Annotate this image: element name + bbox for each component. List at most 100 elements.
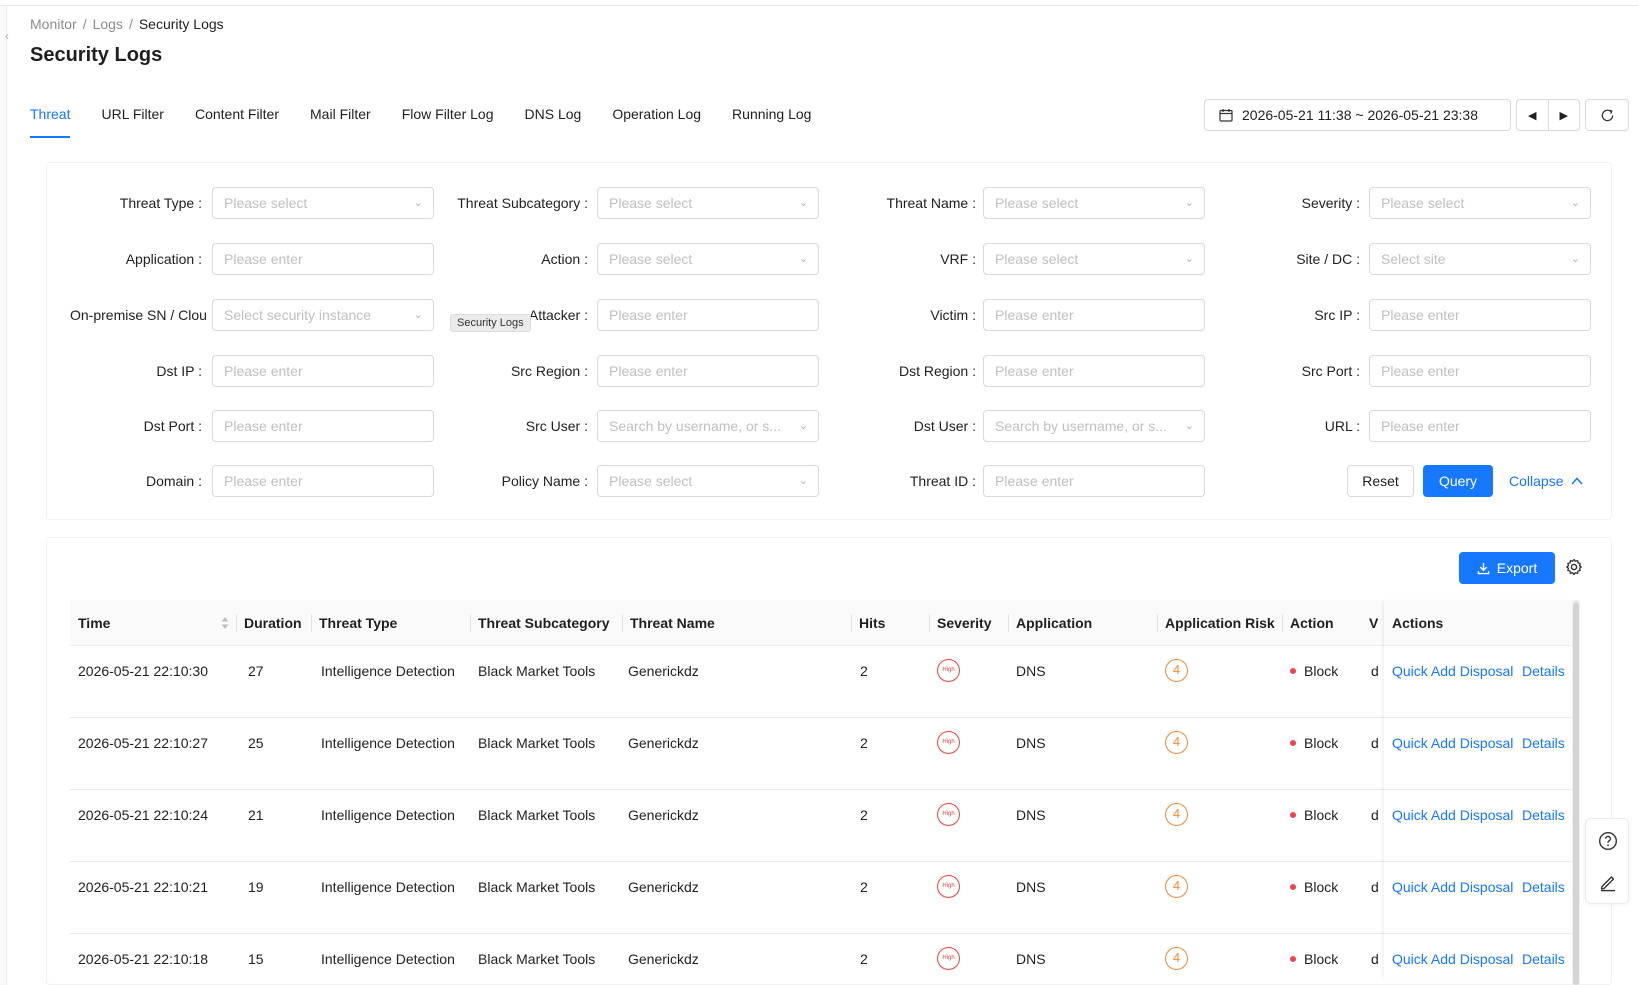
help-icon[interactable] [1598, 831, 1618, 851]
action-select[interactable]: Please select ⌄ [597, 243, 819, 275]
column-header-application: Application [1016, 615, 1093, 631]
dst-user-select[interactable]: Search by username, or s... ⌄ [983, 410, 1205, 442]
collapse-sidebar-icon[interactable]: ‹ [0, 26, 14, 46]
application-input[interactable]: Please enter [212, 243, 434, 275]
policy-name-select[interactable]: Please select ⌄ [597, 465, 819, 497]
table-scrollbar[interactable] [1572, 600, 1580, 985]
breadcrumb-item-monitor[interactable]: Monitor [30, 16, 77, 32]
src-region-input[interactable]: Please enter [597, 355, 819, 387]
details-link[interactable]: Details [1522, 949, 1565, 969]
tab-operation-log[interactable]: Operation Log [612, 96, 701, 138]
reset-button[interactable]: Reset [1347, 465, 1414, 497]
site-dc-select[interactable]: Select site ⌄ [1369, 243, 1591, 275]
dst-port-input[interactable]: Please enter [212, 410, 434, 442]
severity-high-badge: High [937, 731, 960, 754]
table-row: 2026-05-21 22:10:18 15 Intelligence Dete… [70, 934, 1572, 985]
src-ip-input[interactable]: Please enter [1369, 299, 1591, 331]
details-link[interactable]: Details [1522, 661, 1565, 681]
victim-input[interactable]: Please enter [983, 299, 1205, 331]
cell-duration: 21 [248, 807, 264, 823]
sort-icon[interactable] [220, 616, 230, 630]
cell-threat-type: Intelligence Detection [321, 951, 455, 967]
quick-add-disposal-link[interactable]: Quick Add Disposal [1392, 733, 1513, 753]
threat-type-select[interactable]: Please select ⌄ [212, 187, 434, 219]
edit-icon[interactable] [1598, 872, 1618, 892]
app-risk-badge: 4 [1165, 947, 1188, 970]
threat-id-input[interactable]: Please enter [983, 465, 1205, 497]
column-header-application-risk: Application Risk [1165, 615, 1275, 631]
dst-ip-input[interactable]: Please enter [212, 355, 434, 387]
date-range-picker[interactable]: 2026-05-21 11:38 ~ 2026-05-21 23:38 [1204, 99, 1511, 131]
filter-label-threat-type: Threat Type : [119, 195, 202, 211]
cell-hits: 2 [860, 879, 868, 895]
tab-threat[interactable]: Threat [30, 96, 71, 138]
vrf-select[interactable]: Please select ⌄ [983, 243, 1205, 275]
details-link[interactable]: Details [1522, 733, 1565, 753]
attacker-input[interactable]: Please enter [597, 299, 819, 331]
tab-mail-filter[interactable]: Mail Filter [310, 96, 371, 138]
quick-add-disposal-link[interactable]: Quick Add Disposal [1392, 661, 1513, 681]
breadcrumb-separator: / [82, 16, 87, 32]
caret-left-icon[interactable]: ◀ [1517, 100, 1548, 130]
cell-hits: 2 [860, 663, 868, 679]
scrollbar-thumb[interactable] [1573, 602, 1579, 985]
filter-label-policy-name: Policy Name : [501, 473, 588, 489]
block-status-dot [1290, 812, 1296, 818]
cell-application: DNS [1016, 663, 1046, 679]
tooltip: Security Logs [450, 314, 531, 332]
page-title: Security Logs [30, 44, 163, 66]
chevron-down-icon: ⌄ [413, 309, 423, 321]
domain-input[interactable]: Please enter [212, 465, 434, 497]
threat-subcategory-select[interactable]: Please select ⌄ [597, 187, 819, 219]
app-risk-badge: 4 [1165, 803, 1188, 826]
column-header-time[interactable]: Time [78, 600, 228, 646]
details-link[interactable]: Details [1522, 805, 1565, 825]
tab-url-filter[interactable]: URL Filter [101, 96, 164, 138]
export-button[interactable]: Export [1459, 552, 1555, 584]
filter-label-src-user: Src User : [525, 418, 588, 434]
refresh-button[interactable] [1585, 99, 1629, 131]
threat-name-select[interactable]: Please select ⌄ [983, 187, 1205, 219]
severity-select[interactable]: Please select ⌄ [1369, 187, 1591, 219]
cell-duration: 15 [248, 951, 264, 967]
details-link[interactable]: Details [1522, 877, 1565, 897]
cell-application: DNS [1016, 951, 1046, 967]
quick-add-disposal-link[interactable]: Quick Add Disposal [1392, 949, 1513, 969]
security-instance-select[interactable]: Select security instance ⌄ [212, 299, 434, 331]
column-divider [929, 614, 930, 632]
chevron-down-icon: ⌄ [798, 197, 808, 209]
breadcrumb-item-logs[interactable]: Logs [93, 16, 123, 32]
block-status-dot [1290, 668, 1296, 674]
cell-v: d [1371, 951, 1379, 967]
tab-content-filter[interactable]: Content Filter [195, 96, 279, 138]
left-rail [0, 6, 7, 985]
caret-right-icon[interactable]: ▶ [1547, 100, 1580, 130]
tab-running-log[interactable]: Running Log [732, 96, 811, 138]
chevron-down-icon: ⌄ [798, 475, 808, 487]
filter-label-dst-ip: Dst IP : [156, 363, 202, 379]
filter-label-dst-region: Dst Region : [898, 363, 976, 379]
cell-action: Block [1304, 663, 1339, 679]
table-row: 2026-05-21 22:10:27 25 Intelligence Dete… [70, 718, 1572, 790]
actions-cell: Quick Add Disposal Details [1384, 934, 1572, 980]
quick-add-disposal-link[interactable]: Quick Add Disposal [1392, 805, 1513, 825]
column-header-threat-type: Threat Type [319, 615, 398, 631]
cell-subcategory: Black Market Tools [478, 879, 596, 895]
calendar-icon [1219, 109, 1233, 122]
tab-dns-log[interactable]: DNS Log [525, 96, 582, 138]
dst-region-input[interactable]: Please enter [983, 355, 1205, 387]
filter-label-dst-user: Dst User : [913, 418, 976, 434]
tab-flow-filter-log[interactable]: Flow Filter Log [402, 96, 494, 138]
cell-time: 2026-05-21 22:10:30 [78, 663, 208, 679]
chevron-down-icon: ⌄ [1184, 197, 1194, 209]
src-user-select[interactable]: Search by username, or s... ⌄ [597, 410, 819, 442]
gear-icon[interactable] [1565, 558, 1583, 576]
table-header: Time Duration Threat Type Threat Subcate… [70, 600, 1572, 646]
collapse-button[interactable]: Collapse [1509, 465, 1583, 497]
url-input[interactable]: Please enter [1369, 410, 1591, 442]
quick-add-disposal-link[interactable]: Quick Add Disposal [1392, 877, 1513, 897]
query-button[interactable]: Query [1423, 465, 1493, 497]
src-port-input[interactable]: Please enter [1369, 355, 1591, 387]
cell-threat-name: Generickdz [628, 807, 699, 823]
chevron-down-icon: ⌄ [798, 253, 808, 265]
